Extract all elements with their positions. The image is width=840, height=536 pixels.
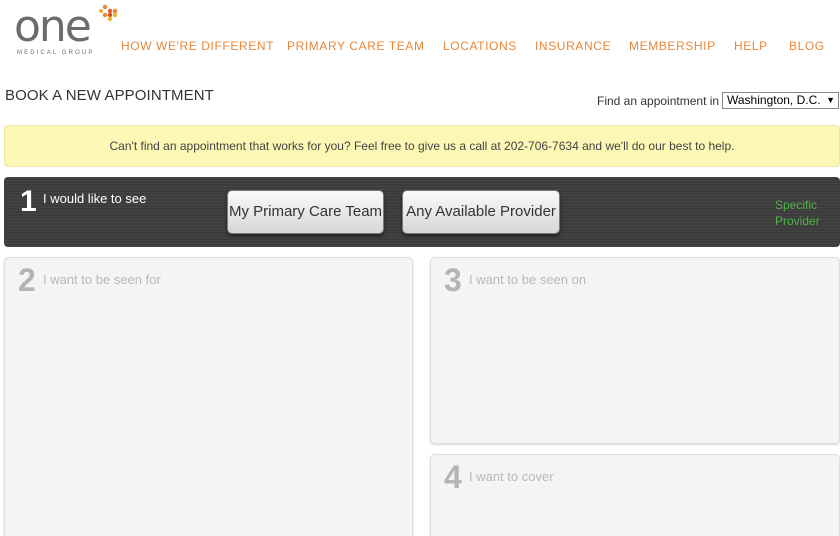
nav-membership[interactable]: MEMBERSHIP: [629, 39, 716, 53]
nav-how-we-are-different[interactable]: HOW WE'RE DIFFERENT: [121, 39, 274, 53]
page: one MEDICAL GROUP HOW WE'RE DIFFERENT PR…: [0, 0, 840, 536]
step-3-number: 3: [444, 262, 462, 298]
logo[interactable]: one MEDICAL GROUP: [14, 2, 120, 60]
nav-help[interactable]: HELP: [734, 39, 768, 53]
step-4-label: I want to cover: [469, 469, 554, 484]
help-notice: Can't find an appointment that works for…: [4, 125, 840, 167]
step-4-number: 4: [444, 459, 462, 495]
nav-locations[interactable]: LOCATIONS: [443, 39, 517, 53]
specific-provider-link[interactable]: Specific Provider: [775, 197, 825, 229]
logo-dots-icon: [99, 4, 118, 22]
nav-insurance[interactable]: INSURANCE: [535, 39, 611, 53]
step-3-panel: 3 I want to be seen on: [430, 257, 840, 444]
page-title: BOOK A NEW APPOINTMENT: [5, 87, 214, 104]
location-select-value: Washington, D.C.: [727, 93, 821, 107]
step-2-label: I want to be seen for: [43, 272, 161, 287]
any-available-provider-button[interactable]: Any Available Provider: [402, 190, 560, 234]
step-4-panel: 4 I want to cover: [430, 454, 840, 536]
logo-subtitle: MEDICAL GROUP: [17, 50, 95, 56]
step-1-label: I would like to see: [43, 191, 147, 206]
nav-blog[interactable]: BLOG: [789, 39, 825, 53]
step-2-number: 2: [18, 262, 36, 298]
step-3-label: I want to be seen on: [469, 272, 587, 287]
step-2-panel: 2 I want to be seen for: [4, 257, 413, 536]
location-select[interactable]: Washington, D.C. ▼: [722, 92, 839, 109]
location-label: Find an appointment in: [597, 94, 720, 108]
my-primary-care-team-button[interactable]: My Primary Care Team: [227, 190, 384, 234]
nav-primary-care-team[interactable]: PRIMARY CARE TEAM: [287, 39, 425, 53]
dropdown-arrow-icon: ▼: [826, 95, 835, 105]
step-1-panel: 1 I would like to see My Primary Care Te…: [4, 177, 840, 247]
logo-wordmark: one: [14, 1, 92, 52]
main-nav: HOW WE'RE DIFFERENT PRIMARY CARE TEAM LO…: [121, 39, 840, 55]
step-1-number: 1: [20, 185, 37, 218]
